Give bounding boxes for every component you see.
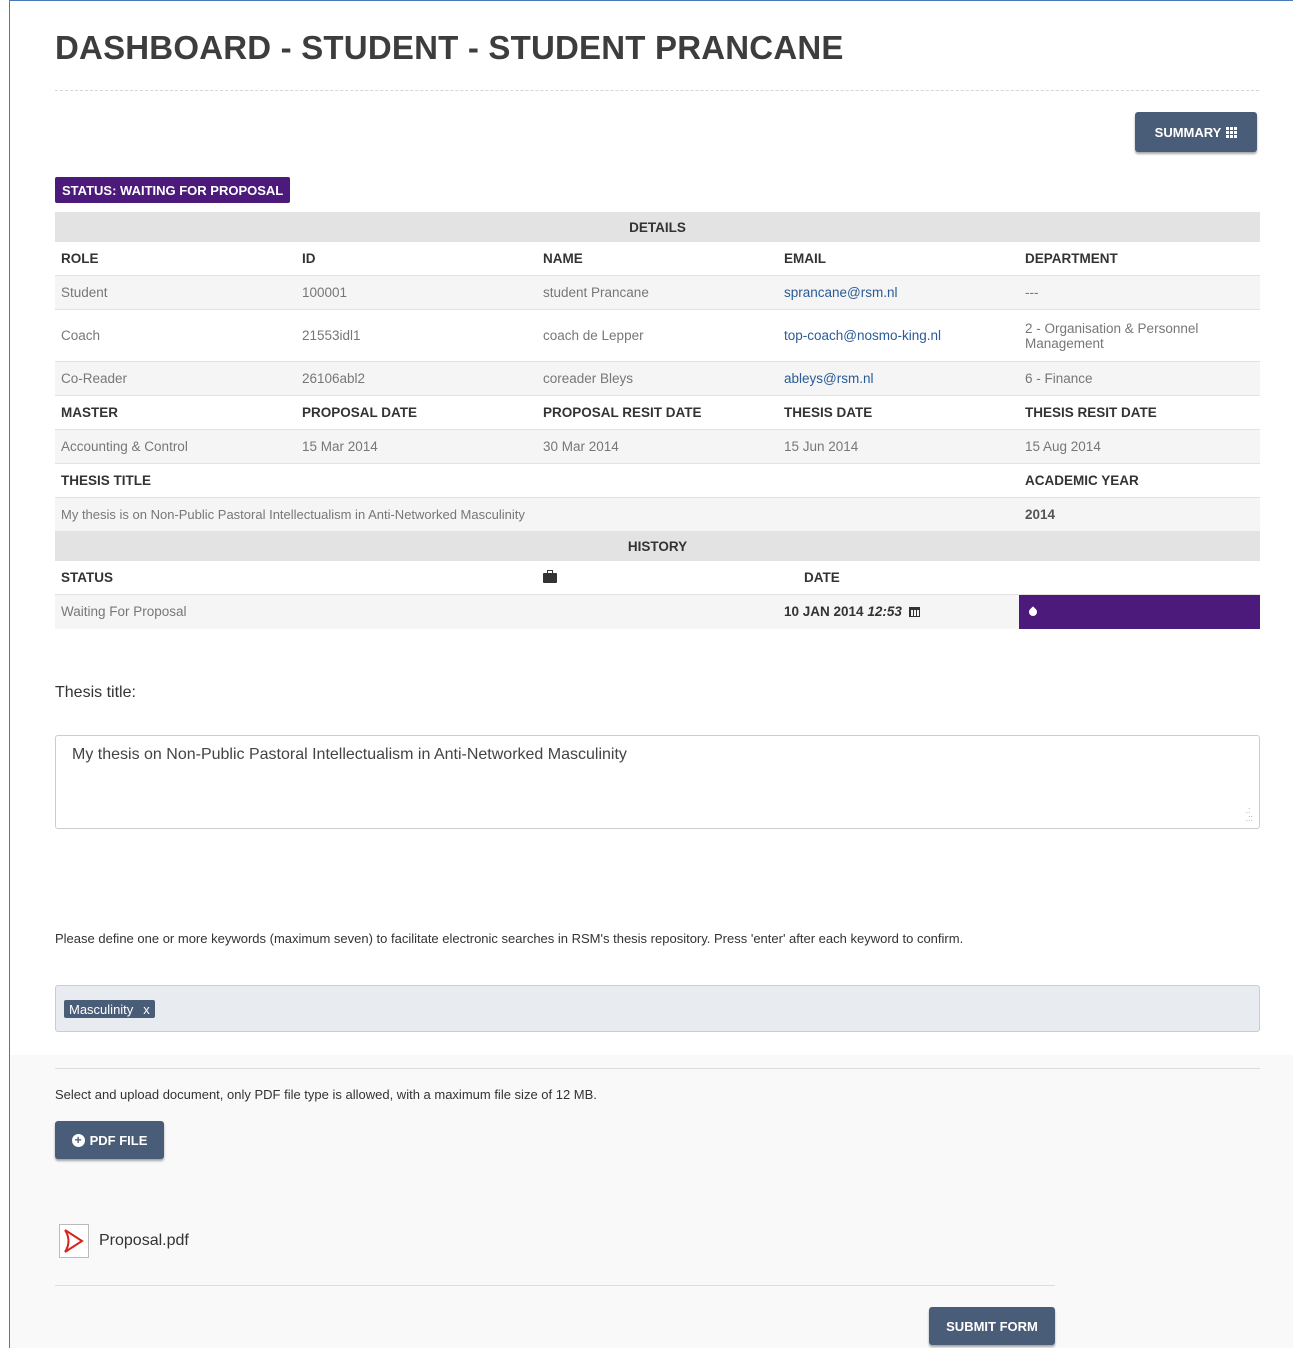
role-cell: Coach — [55, 309, 296, 362]
people-header-row: ROLE ID NAME EMAIL DEPARTMENT — [55, 241, 1260, 276]
grid-icon — [1226, 126, 1238, 138]
history-header-row: STATUS DATE — [55, 560, 1260, 595]
email-link[interactable]: sprancane@rsm.nl — [784, 285, 898, 300]
thesis-date-cell: 15 Jun 2014 — [778, 429, 1019, 464]
table-row: Student 100001 student Prancane sprancan… — [55, 275, 1260, 310]
name-cell: student Prancane — [537, 275, 778, 310]
thesis-resit-date-cell: 15 Aug 2014 — [1019, 429, 1260, 464]
keyword-tag-label: Masculinity — [69, 1001, 134, 1017]
keywords-instructions: Please define one or more keywords (maxi… — [55, 931, 964, 946]
dates-header-row: MASTER PROPOSAL DATE PROPOSAL RESIT DATE… — [55, 395, 1260, 430]
column-header-academic-year: ACADEMIC YEAR — [1019, 463, 1260, 498]
history-date-cell: 10 JAN 2014 12:53 — [778, 594, 1019, 629]
history-status-cell: Waiting For Proposal — [55, 594, 778, 629]
department-cell: 2 - Organisation & Personnel Management — [1019, 309, 1260, 362]
page-title: DASHBOARD - STUDENT - STUDENT PRANCANE — [55, 29, 844, 66]
summary-button[interactable]: SUMMARY — [1135, 112, 1257, 152]
column-header-thesis-title: THESIS TITLE — [55, 463, 1019, 498]
uploaded-file[interactable]: Proposal.pdf — [59, 1224, 189, 1258]
history-time: 12:53 — [867, 604, 902, 620]
proposal-date-cell: 15 Mar 2014 — [296, 429, 537, 464]
uploaded-file-name: Proposal.pdf — [99, 1232, 189, 1249]
column-header-id: ID — [296, 241, 537, 276]
id-cell: 21553idl1 — [296, 309, 537, 362]
thesis-title-label: Thesis title: — [55, 684, 136, 701]
column-header-briefcase — [537, 560, 778, 595]
column-header-department: DEPARTMENT — [1019, 241, 1260, 276]
summary-button-label: SUMMARY — [1154, 124, 1222, 140]
email-link[interactable]: ableys@rsm.nl — [784, 371, 873, 386]
plus-circle-icon: + — [71, 1133, 85, 1147]
details-table: DETAILS ROLE ID NAME EMAIL DEPARTMENT St… — [55, 212, 1260, 629]
keyword-remove-button[interactable]: x — [143, 1002, 150, 1017]
thesis-header-row: THESIS TITLE ACADEMIC YEAR — [55, 463, 1260, 498]
history-date: 10 JAN 2014 — [784, 604, 864, 620]
column-header-role: ROLE — [55, 241, 296, 276]
submit-form-button-label: SUBMIT FORM — [946, 1318, 1038, 1334]
role-cell: Co-Reader — [55, 361, 296, 396]
upload-instructions: Select and upload document, only PDF fil… — [55, 1087, 597, 1102]
master-cell: Accounting & Control — [55, 429, 296, 464]
table-row: Coach 21553idl1 coach de Lepper top-coac… — [55, 309, 1260, 362]
department-cell: --- — [1019, 275, 1260, 310]
column-header-email: EMAIL — [778, 241, 1019, 276]
table-row: Co-Reader 26106abl2 coreader Bleys abley… — [55, 361, 1260, 396]
thesis-title-cell: My thesis is on Non-Public Pastoral Inte… — [55, 497, 1019, 532]
keyword-tag: Masculinity x — [64, 1000, 155, 1018]
table-row: Waiting For Proposal 10 JAN 2014 12:53 — [55, 594, 1260, 629]
divider — [55, 1285, 1055, 1286]
status-badge: STATUS: WAITING FOR PROPOSAL — [55, 177, 291, 203]
academic-year-cell: 2014 — [1019, 497, 1260, 532]
pdf-file-button-label: PDF FILE — [89, 1132, 148, 1148]
submit-form-button[interactable]: SUBMIT FORM — [929, 1307, 1055, 1345]
email-link[interactable]: top-coach@nosmo-king.nl — [784, 328, 941, 343]
thesis-title-textarea[interactable]: My thesis on Non-Public Pastoral Intelle… — [55, 735, 1260, 829]
id-cell: 26106abl2 — [296, 361, 537, 396]
column-header-thesis-resit-date: THESIS RESIT DATE — [1019, 395, 1260, 430]
column-header-master: MASTER — [55, 395, 296, 430]
details-section-title: DETAILS — [55, 212, 1260, 242]
column-header-name: NAME — [537, 241, 778, 276]
column-header-proposal-resit-date: PROPOSAL RESIT DATE — [537, 395, 778, 430]
history-action-cell[interactable] — [1019, 594, 1260, 629]
thesis-title-value: My thesis on Non-Public Pastoral Intelle… — [72, 746, 627, 763]
role-cell: Student — [55, 275, 296, 310]
id-cell: 100001 — [296, 275, 537, 310]
keywords-input[interactable]: Masculinity x — [55, 985, 1260, 1032]
table-row: Accounting & Control 15 Mar 2014 30 Mar … — [55, 429, 1260, 464]
column-header-date: DATE — [778, 560, 1019, 595]
resize-grip-icon[interactable]: .:.:: — [1245, 806, 1253, 823]
column-header-thesis-date: THESIS DATE — [778, 395, 1019, 430]
department-cell: 6 - Finance — [1019, 361, 1260, 396]
column-header-proposal-date: PROPOSAL DATE — [296, 395, 537, 430]
column-header-status: STATUS — [55, 560, 537, 595]
history-section-title: HISTORY — [55, 531, 1260, 561]
name-cell: coreader Bleys — [537, 361, 778, 396]
table-row: My thesis is on Non-Public Pastoral Inte… — [55, 497, 1260, 532]
briefcase-icon — [543, 570, 557, 583]
pdf-file-button[interactable]: + PDF FILE — [55, 1121, 164, 1159]
divider — [55, 1068, 1260, 1069]
calendar-icon — [908, 607, 920, 618]
proposal-resit-date-cell: 30 Mar 2014 — [537, 429, 778, 464]
title-divider — [55, 90, 1259, 91]
pdf-file-icon — [59, 1224, 89, 1258]
name-cell: coach de Lepper — [537, 309, 778, 362]
tint-icon — [1027, 606, 1039, 618]
